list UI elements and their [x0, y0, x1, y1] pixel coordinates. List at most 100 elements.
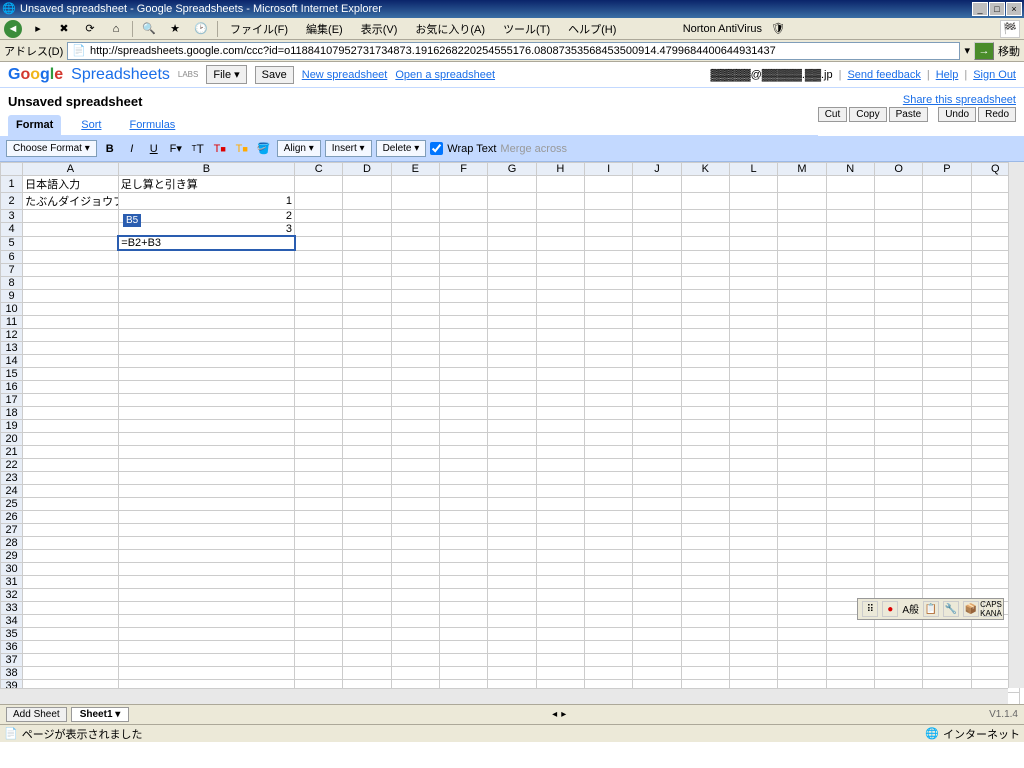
- cell-M20[interactable]: [778, 432, 826, 445]
- cell-N37[interactable]: [826, 653, 874, 666]
- cell-C15[interactable]: [295, 367, 343, 380]
- cell-D22[interactable]: [343, 458, 391, 471]
- cell-F33[interactable]: [439, 601, 487, 614]
- cell-E29[interactable]: [391, 549, 439, 562]
- cell-J15[interactable]: [633, 367, 681, 380]
- cell-J34[interactable]: [633, 614, 681, 627]
- save-button[interactable]: Save: [255, 66, 294, 84]
- ime-kana-icon[interactable]: CAPSKANA: [983, 601, 999, 617]
- col-header-D[interactable]: D: [343, 163, 391, 176]
- row-header-3[interactable]: 3: [1, 210, 23, 223]
- cell-M7[interactable]: [778, 263, 826, 276]
- favorites-icon[interactable]: ★: [165, 20, 185, 38]
- menu-tools[interactable]: ツール(T): [497, 19, 556, 39]
- row-header-35[interactable]: 35: [1, 627, 23, 640]
- cell-P6[interactable]: [923, 250, 971, 263]
- cut-button[interactable]: Cut: [818, 107, 848, 122]
- row-header-18[interactable]: 18: [1, 406, 23, 419]
- menu-edit[interactable]: 編集(E): [300, 19, 349, 39]
- cell-K12[interactable]: [681, 328, 729, 341]
- col-header-H[interactable]: H: [536, 163, 584, 176]
- cell-B30[interactable]: [118, 562, 294, 575]
- cell-K38[interactable]: [681, 666, 729, 679]
- cell-H37[interactable]: [536, 653, 584, 666]
- cell-F36[interactable]: [439, 640, 487, 653]
- cell-N20[interactable]: [826, 432, 874, 445]
- cell-M11[interactable]: [778, 315, 826, 328]
- cell-G7[interactable]: [488, 263, 536, 276]
- cell-D35[interactable]: [343, 627, 391, 640]
- cell-M32[interactable]: [778, 588, 826, 601]
- cell-H38[interactable]: [536, 666, 584, 679]
- merge-across-button[interactable]: Merge across: [500, 143, 567, 155]
- cell-K21[interactable]: [681, 445, 729, 458]
- cell-F13[interactable]: [439, 341, 487, 354]
- cell-E27[interactable]: [391, 523, 439, 536]
- cell-M37[interactable]: [778, 653, 826, 666]
- cell-D2[interactable]: [343, 193, 391, 210]
- cell-H7[interactable]: [536, 263, 584, 276]
- cell-M22[interactable]: [778, 458, 826, 471]
- cell-O13[interactable]: [874, 341, 922, 354]
- cell-J13[interactable]: [633, 341, 681, 354]
- cell-D20[interactable]: [343, 432, 391, 445]
- cell-K34[interactable]: [681, 614, 729, 627]
- cell-C4[interactable]: [295, 223, 343, 237]
- cell-P12[interactable]: [923, 328, 971, 341]
- tab-format[interactable]: Format: [8, 115, 61, 135]
- cell-E11[interactable]: [391, 315, 439, 328]
- cell-J8[interactable]: [633, 276, 681, 289]
- cell-I32[interactable]: [584, 588, 632, 601]
- cell-C8[interactable]: [295, 276, 343, 289]
- cell-P29[interactable]: [923, 549, 971, 562]
- cell-L29[interactable]: [729, 549, 777, 562]
- cell-K33[interactable]: [681, 601, 729, 614]
- horizontal-scrollbar[interactable]: [0, 688, 1008, 704]
- row-header-31[interactable]: 31: [1, 575, 23, 588]
- cell-B15[interactable]: [118, 367, 294, 380]
- signout-link[interactable]: Sign Out: [973, 69, 1016, 81]
- cell-B35[interactable]: [118, 627, 294, 640]
- row-header-21[interactable]: 21: [1, 445, 23, 458]
- cell-H20[interactable]: [536, 432, 584, 445]
- cell-K24[interactable]: [681, 484, 729, 497]
- cell-A10[interactable]: [23, 302, 119, 315]
- cell-B24[interactable]: [118, 484, 294, 497]
- cell-L32[interactable]: [729, 588, 777, 601]
- cell-F23[interactable]: [439, 471, 487, 484]
- cell-P22[interactable]: [923, 458, 971, 471]
- cell-C37[interactable]: [295, 653, 343, 666]
- cell-B20[interactable]: [118, 432, 294, 445]
- cell-L7[interactable]: [729, 263, 777, 276]
- cell-K17[interactable]: [681, 393, 729, 406]
- row-header-25[interactable]: 25: [1, 497, 23, 510]
- cell-N22[interactable]: [826, 458, 874, 471]
- cell-F32[interactable]: [439, 588, 487, 601]
- cell-I20[interactable]: [584, 432, 632, 445]
- cell-J36[interactable]: [633, 640, 681, 653]
- cell-H35[interactable]: [536, 627, 584, 640]
- ime-pad-icon[interactable]: 📋: [923, 601, 939, 617]
- col-header-M[interactable]: M: [778, 163, 826, 176]
- cell-G37[interactable]: [488, 653, 536, 666]
- cell-F9[interactable]: [439, 289, 487, 302]
- cell-F15[interactable]: [439, 367, 487, 380]
- row-header-15[interactable]: 15: [1, 367, 23, 380]
- cell-C22[interactable]: [295, 458, 343, 471]
- cell-I28[interactable]: [584, 536, 632, 549]
- cell-M34[interactable]: [778, 614, 826, 627]
- cell-C11[interactable]: [295, 315, 343, 328]
- cell-I22[interactable]: [584, 458, 632, 471]
- cell-I27[interactable]: [584, 523, 632, 536]
- cell-L35[interactable]: [729, 627, 777, 640]
- cell-M27[interactable]: [778, 523, 826, 536]
- cell-K16[interactable]: [681, 380, 729, 393]
- cell-G18[interactable]: [488, 406, 536, 419]
- cell-A24[interactable]: [23, 484, 119, 497]
- cell-O1[interactable]: [874, 176, 922, 193]
- cell-H29[interactable]: [536, 549, 584, 562]
- cell-C1[interactable]: [295, 176, 343, 193]
- cell-D14[interactable]: [343, 354, 391, 367]
- cell-M38[interactable]: [778, 666, 826, 679]
- cell-H1[interactable]: [536, 176, 584, 193]
